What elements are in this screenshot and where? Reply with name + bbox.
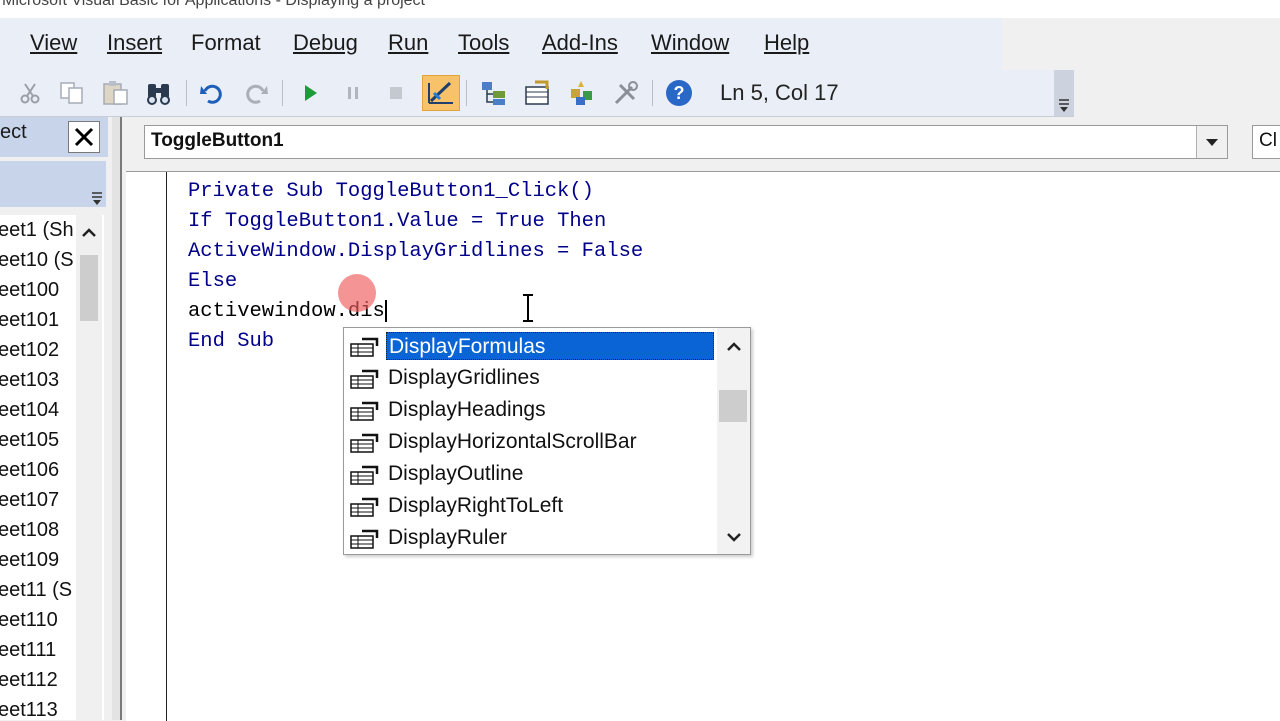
code-line: Else <box>188 270 238 293</box>
autocomplete-item[interactable]: DisplayGridlines <box>346 363 716 393</box>
menu-add-ins[interactable]: Add-Ins <box>542 30 618 56</box>
autocomplete-item[interactable]: DisplayRightToLeft <box>346 491 716 521</box>
copy-icon[interactable] <box>56 78 88 108</box>
toolbar-options-icon[interactable] <box>1054 70 1074 116</box>
project-explorer-title: ect <box>0 121 27 143</box>
project-explorer-icon[interactable] <box>478 78 510 108</box>
tree-item[interactable]: eet10 (S <box>0 246 74 274</box>
toolbar-separator <box>652 80 653 106</box>
object-combo-value: ToggleButton1 <box>151 130 284 151</box>
svg-text:?: ? <box>674 83 685 103</box>
tree-item[interactable]: eet101 <box>0 306 59 334</box>
reset-icon[interactable] <box>380 78 412 108</box>
property-icon <box>350 369 379 389</box>
text-caret <box>384 299 387 322</box>
redo-icon[interactable] <box>240 78 272 108</box>
scroll-down-icon[interactable] <box>725 528 743 546</box>
break-icon[interactable] <box>337 78 369 108</box>
menu-window[interactable]: Window <box>651 30 729 56</box>
menu-tools[interactable]: Tools <box>458 30 509 56</box>
cut-icon[interactable] <box>14 78 46 108</box>
window-title: Microsoft Visual Basic for Applications … <box>2 0 425 9</box>
property-icon <box>350 529 379 549</box>
tree-item[interactable]: eet108 <box>0 516 59 544</box>
toolbar-separator <box>282 80 283 106</box>
object-combo[interactable]: ToggleButton1 <box>144 125 1228 159</box>
tree-item[interactable]: eet1 (Sh <box>0 216 74 244</box>
code-line: Private Sub ToggleButton1_Click() <box>188 180 594 203</box>
project-explorer: ect eet1 (Sh eet10 (S eet100 eet101 eet1… <box>0 117 112 720</box>
procedure-combo[interactable]: Cl <box>1252 125 1280 159</box>
scrollbar-thumb[interactable] <box>80 255 98 321</box>
properties-icon[interactable] <box>522 78 554 108</box>
tree-item[interactable]: eet109 <box>0 546 59 574</box>
undo-icon[interactable] <box>196 78 228 108</box>
menu-bar-fill <box>1002 18 1280 70</box>
property-icon <box>350 401 379 421</box>
project-explorer-header: ect <box>0 117 108 157</box>
project-tree-scrollbar[interactable] <box>76 215 102 720</box>
menu-run[interactable]: Run <box>388 30 428 56</box>
tree-item[interactable]: eet11 (S <box>0 576 72 604</box>
autocomplete-item[interactable]: DisplayRuler <box>346 523 716 553</box>
toolbox-icon[interactable] <box>610 78 642 108</box>
scrollbar-thumb[interactable] <box>719 390 747 422</box>
tree-item[interactable]: eet100 <box>0 276 59 304</box>
close-icon[interactable] <box>68 121 100 153</box>
tree-item[interactable]: eet102 <box>0 336 59 364</box>
autocomplete-scrollbar[interactable] <box>717 328 750 554</box>
menu-debug[interactable]: Debug <box>293 30 358 56</box>
cursor-position-status: Ln 5, Col 17 <box>712 76 1054 110</box>
tree-item[interactable]: eet106 <box>0 456 59 484</box>
pane-splitter[interactable] <box>112 117 120 720</box>
code-line: If ToggleButton1.Value = True Then <box>188 210 607 233</box>
title-bar: Microsoft Visual Basic for Applications … <box>0 0 1280 18</box>
chevron-down-icon[interactable] <box>1196 126 1227 158</box>
object-browser-icon[interactable] <box>566 78 598 108</box>
help-icon[interactable]: ? <box>663 78 695 108</box>
tree-item[interactable]: eet110 <box>0 606 58 634</box>
find-icon[interactable] <box>143 78 175 108</box>
project-explorer-toolbar <box>0 161 106 207</box>
code-line: End Sub <box>188 330 275 353</box>
menu-view[interactable]: View <box>30 30 77 56</box>
toolbar-separator <box>186 80 187 106</box>
design-mode-icon[interactable] <box>422 75 460 111</box>
autocomplete-item[interactable]: DisplayFormulas <box>346 331 716 361</box>
menu-format[interactable]: Format <box>191 30 261 56</box>
run-icon[interactable] <box>294 78 326 108</box>
menu-help[interactable]: Help <box>764 30 809 56</box>
scroll-up-icon[interactable] <box>725 338 743 356</box>
tree-item[interactable]: eet103 <box>0 366 59 394</box>
tree-item[interactable]: eet111 <box>0 636 56 664</box>
code-margin <box>166 172 167 721</box>
toolbar-options-icon[interactable] <box>88 183 106 207</box>
paste-icon[interactable] <box>100 78 132 108</box>
autocomplete-item[interactable]: DisplayHeadings <box>346 395 716 425</box>
menu-insert[interactable]: Insert <box>107 30 162 56</box>
property-icon <box>350 433 379 453</box>
ibeam-cursor-icon <box>523 294 533 322</box>
property-icon <box>350 497 379 517</box>
code-line-current: activewindow.dis <box>188 299 387 323</box>
code-line: ActiveWindow.DisplayGridlines = False <box>188 240 644 263</box>
tree-item[interactable]: eet113 <box>0 696 58 720</box>
procedure-combo-value: Cl <box>1259 130 1277 151</box>
tree-item[interactable]: eet112 <box>0 666 58 694</box>
autocomplete-list[interactable]: DisplayFormulas DisplayGridlines Display… <box>343 327 751 555</box>
property-icon <box>350 337 379 357</box>
menu-bar: View Insert Format Debug Run Tools Add-I… <box>0 18 1002 70</box>
autocomplete-item[interactable]: DisplayHorizontalScrollBar <box>346 427 716 457</box>
tree-item[interactable]: eet104 <box>0 396 59 424</box>
tree-item[interactable]: eet105 <box>0 426 59 454</box>
autocomplete-item[interactable]: DisplayOutline <box>346 459 716 489</box>
toolbar-separator <box>466 80 467 106</box>
scroll-up-icon[interactable] <box>76 223 102 243</box>
standard-toolbar: ? Ln 5, Col 17 <box>0 70 1074 117</box>
project-tree[interactable]: eet1 (Sh eet10 (S eet100 eet101 eet102 e… <box>0 215 104 720</box>
tree-item[interactable]: eet107 <box>0 486 59 514</box>
property-icon <box>350 465 379 485</box>
